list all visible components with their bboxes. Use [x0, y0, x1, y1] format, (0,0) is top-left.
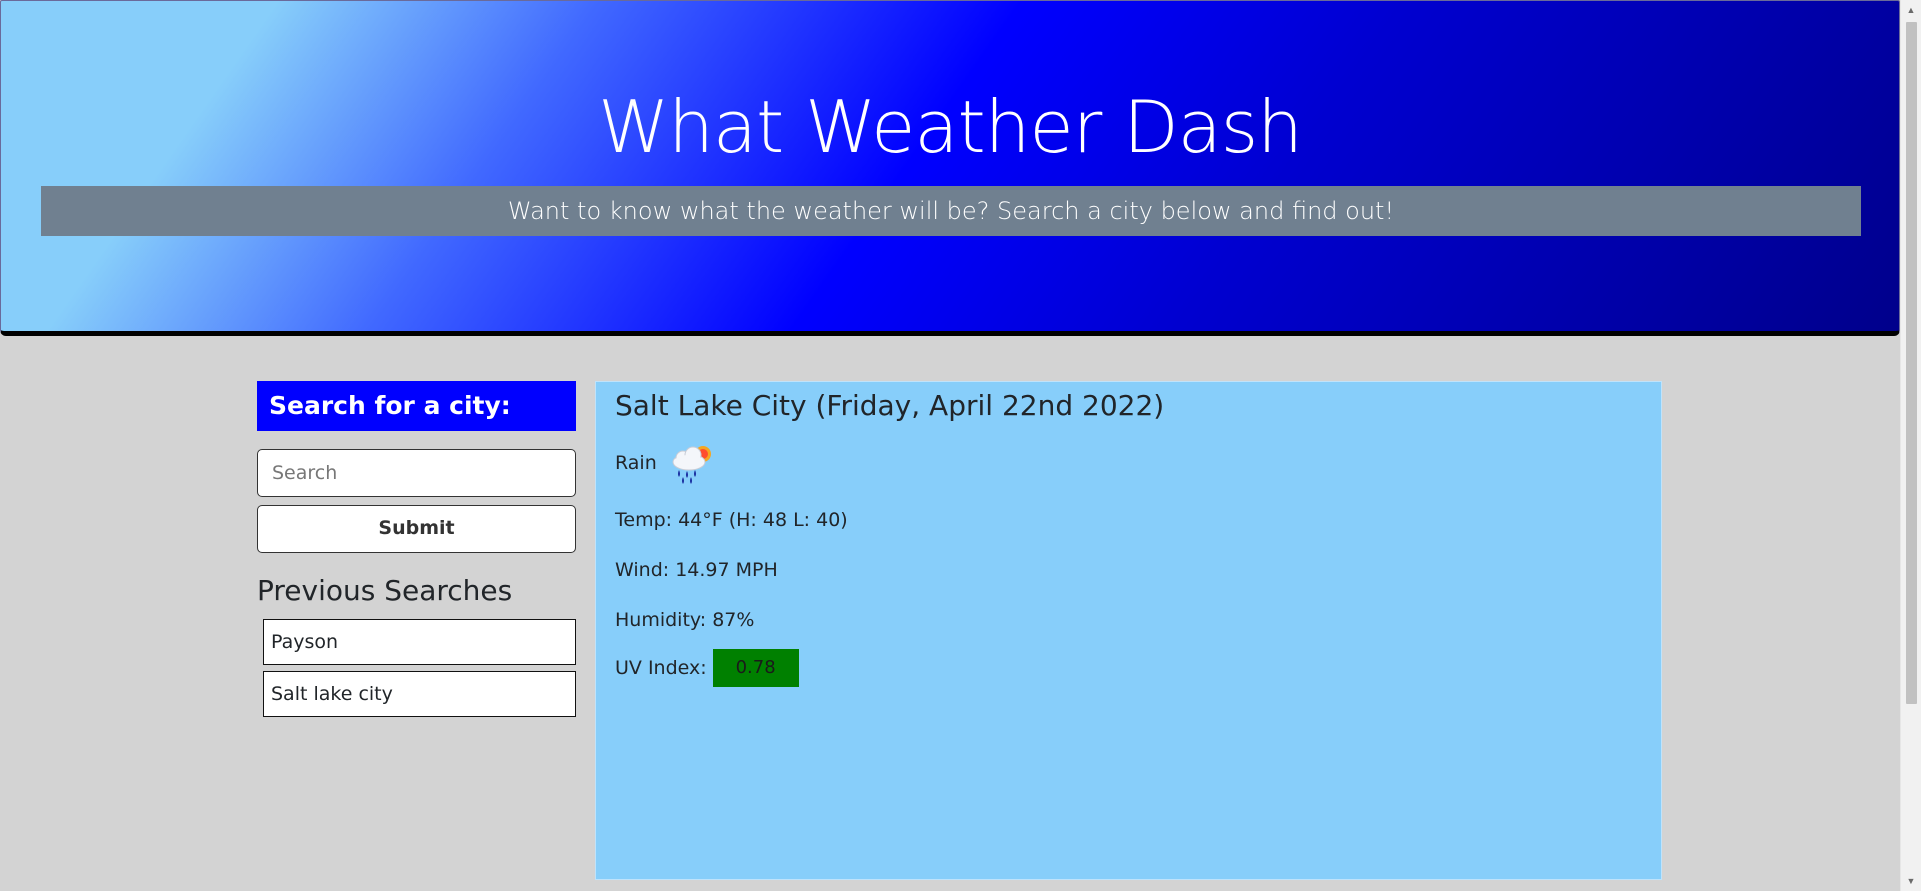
previous-searches-list: Payson Salt lake city: [257, 619, 576, 717]
city-date-title: Salt Lake City (Friday, April 22nd 2022): [615, 389, 1165, 422]
previous-search-item-payson[interactable]: Payson: [263, 619, 576, 665]
page-title: What Weather Dash: [598, 85, 1303, 169]
scroll-down-arrow-icon[interactable]: ▼: [1901, 871, 1921, 891]
page-subtitle: Want to know what the weather will be? S…: [41, 186, 1861, 236]
search-sidebar: Search for a city: Submit Previous Searc…: [257, 381, 576, 723]
uv-index-badge: 0.78: [712, 649, 799, 687]
hero-header: What Weather Dash Want to know what the …: [0, 0, 1900, 336]
search-heading: Search for a city:: [257, 381, 576, 431]
search-input[interactable]: [257, 449, 576, 497]
temperature-readout: Temp: 44°F (H: 48 L: 40): [615, 509, 848, 531]
condition-label: Rain: [615, 452, 657, 474]
rain-cloud-sun-icon: [667, 440, 719, 486]
uv-index-row: UV Index: 0.78: [615, 649, 1642, 687]
scrollbar-thumb[interactable]: [1906, 22, 1917, 704]
condition-row: Rain: [615, 440, 1642, 486]
previous-search-item-salt-lake-city[interactable]: Salt lake city: [263, 671, 576, 717]
current-weather-panel: Salt Lake City (Friday, April 22nd 2022)…: [595, 381, 1662, 880]
uv-index-label: UV Index:: [615, 657, 707, 679]
humidity-readout: Humidity: 87%: [615, 609, 755, 631]
wind-readout: Wind: 14.97 MPH: [615, 559, 778, 581]
submit-button[interactable]: Submit: [257, 505, 576, 553]
previous-searches-heading: Previous Searches: [257, 574, 513, 607]
scroll-up-arrow-icon[interactable]: ▲: [1901, 0, 1921, 20]
vertical-scrollbar[interactable]: ▲ ▼: [1900, 0, 1921, 891]
